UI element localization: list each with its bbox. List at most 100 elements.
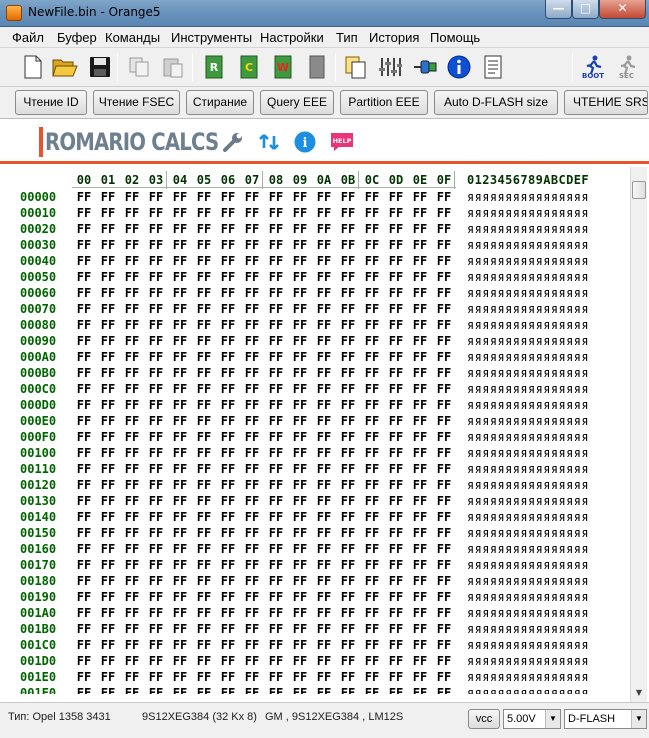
- menu-help[interactable]: Помощь: [430, 30, 480, 45]
- hex-byte[interactable]: FF: [384, 654, 408, 668]
- hex-byte[interactable]: FF: [168, 606, 192, 620]
- hex-byte[interactable]: FF: [408, 606, 432, 620]
- mode-select[interactable]: D-FLASH ▼: [564, 709, 647, 729]
- hex-byte[interactable]: FF: [192, 670, 216, 684]
- hex-byte[interactable]: FF: [336, 606, 360, 620]
- hex-byte[interactable]: FF: [360, 606, 384, 620]
- hex-byte[interactable]: FF: [288, 446, 312, 460]
- hex-byte[interactable]: FF: [264, 190, 288, 204]
- hex-byte[interactable]: FF: [408, 478, 432, 492]
- hex-byte[interactable]: FF: [72, 350, 96, 364]
- hex-byte[interactable]: FF: [264, 398, 288, 412]
- hex-byte[interactable]: FF: [408, 398, 432, 412]
- hex-byte[interactable]: FF: [336, 350, 360, 364]
- hex-byte[interactable]: FF: [120, 366, 144, 380]
- hex-byte[interactable]: FF: [384, 366, 408, 380]
- hex-byte[interactable]: FF: [432, 606, 456, 620]
- hex-byte[interactable]: FF: [312, 350, 336, 364]
- hex-byte[interactable]: FF: [288, 526, 312, 540]
- hex-byte[interactable]: FF: [264, 318, 288, 332]
- hex-byte[interactable]: FF: [192, 366, 216, 380]
- hex-byte[interactable]: FF: [96, 302, 120, 316]
- hex-byte[interactable]: FF: [192, 302, 216, 316]
- hex-byte[interactable]: FF: [192, 574, 216, 588]
- hex-byte[interactable]: FF: [240, 622, 264, 636]
- hex-byte[interactable]: FF: [312, 414, 336, 428]
- hex-byte[interactable]: FF: [288, 222, 312, 236]
- hex-byte[interactable]: FF: [288, 350, 312, 364]
- hex-byte[interactable]: FF: [168, 462, 192, 476]
- hex-byte[interactable]: FF: [264, 430, 288, 444]
- hex-byte[interactable]: FF: [240, 222, 264, 236]
- hex-byte[interactable]: FF: [288, 478, 312, 492]
- hex-byte[interactable]: FF: [72, 638, 96, 652]
- hex-byte[interactable]: FF: [432, 302, 456, 316]
- hex-byte[interactable]: FF: [336, 526, 360, 540]
- hex-byte[interactable]: FF: [384, 686, 408, 694]
- hex-byte[interactable]: FF: [96, 350, 120, 364]
- hex-byte[interactable]: FF: [192, 238, 216, 252]
- read-r-icon[interactable]: R: [201, 54, 227, 80]
- hex-byte[interactable]: FF: [96, 622, 120, 636]
- hex-byte[interactable]: FF: [336, 686, 360, 694]
- hex-byte[interactable]: FF: [384, 222, 408, 236]
- hex-byte[interactable]: FF: [408, 542, 432, 556]
- hex-byte[interactable]: FF: [240, 638, 264, 652]
- hex-byte[interactable]: FF: [120, 510, 144, 524]
- menu-commands[interactable]: Команды: [105, 30, 160, 45]
- chevron-down-icon[interactable]: ▼: [631, 710, 646, 728]
- hex-byte[interactable]: FF: [96, 494, 120, 508]
- hex-byte[interactable]: FF: [360, 462, 384, 476]
- hex-row[interactable]: 00160 FF FF FF FF FF FF FF FF FF FF FF FF FF FF FF FF яяя…: [0, 542, 630, 558]
- hex-byte[interactable]: FF: [288, 542, 312, 556]
- hex-byte[interactable]: FF: [432, 558, 456, 572]
- hex-byte[interactable]: FF: [360, 318, 384, 332]
- info-icon[interactable]: [446, 54, 472, 80]
- hex-byte[interactable]: FF: [72, 414, 96, 428]
- scroll-thumb[interactable]: [632, 181, 646, 199]
- hex-row[interactable]: 000E0 FF FF FF FF FF FF FF FF FF FF FF FF FF FF FF FF яяя…: [0, 414, 630, 430]
- hex-byte[interactable]: FF: [336, 254, 360, 268]
- hex-byte[interactable]: FF: [288, 318, 312, 332]
- hex-byte[interactable]: FF: [264, 574, 288, 588]
- hex-byte[interactable]: FF: [240, 286, 264, 300]
- hex-byte[interactable]: FF: [168, 654, 192, 668]
- hex-byte[interactable]: FF: [216, 478, 240, 492]
- read-fsec-button[interactable]: Чтение FSEC: [93, 90, 180, 115]
- hex-byte[interactable]: FF: [336, 286, 360, 300]
- hex-row[interactable]: 00190 FF FF FF FF FF FF FF FF FF FF FF FF FF FF FF FF яяя…: [0, 590, 630, 606]
- hex-byte[interactable]: FF: [216, 430, 240, 444]
- open-folder-icon[interactable]: [52, 54, 78, 80]
- hex-byte[interactable]: FF: [288, 686, 312, 694]
- hex-byte[interactable]: FF: [216, 350, 240, 364]
- hex-byte[interactable]: FF: [120, 606, 144, 620]
- hex-byte[interactable]: FF: [408, 318, 432, 332]
- close-button[interactable]: ✕: [599, 0, 646, 19]
- hex-byte[interactable]: FF: [432, 190, 456, 204]
- save-icon[interactable]: [87, 54, 113, 80]
- hex-byte[interactable]: FF: [120, 638, 144, 652]
- hex-byte[interactable]: FF: [408, 590, 432, 604]
- hex-row[interactable]: 000B0 FF FF FF FF FF FF FF FF FF FF FF FF FF FF FF FF яяя…: [0, 366, 630, 382]
- hex-byte[interactable]: FF: [240, 574, 264, 588]
- hex-byte[interactable]: FF: [168, 510, 192, 524]
- hex-byte[interactable]: FF: [336, 414, 360, 428]
- hex-byte[interactable]: FF: [312, 574, 336, 588]
- hex-byte[interactable]: FF: [72, 302, 96, 316]
- hex-byte[interactable]: FF: [168, 238, 192, 252]
- hex-byte[interactable]: FF: [264, 462, 288, 476]
- hex-byte[interactable]: FF: [216, 190, 240, 204]
- ascii-text[interactable]: яяяяяяяяяяяяяяяя: [467, 478, 589, 492]
- hex-byte[interactable]: FF: [384, 190, 408, 204]
- hex-byte[interactable]: FF: [288, 670, 312, 684]
- hex-byte[interactable]: FF: [288, 622, 312, 636]
- hex-byte[interactable]: FF: [384, 574, 408, 588]
- connector-icon[interactable]: [412, 54, 438, 80]
- hex-byte[interactable]: FF: [192, 206, 216, 220]
- hex-byte[interactable]: FF: [432, 334, 456, 348]
- hex-byte[interactable]: FF: [264, 670, 288, 684]
- ascii-text[interactable]: яяяяяяяяяяяяяяяя: [467, 606, 589, 620]
- hex-byte[interactable]: FF: [216, 638, 240, 652]
- hex-byte[interactable]: FF: [96, 574, 120, 588]
- hex-byte[interactable]: FF: [120, 478, 144, 492]
